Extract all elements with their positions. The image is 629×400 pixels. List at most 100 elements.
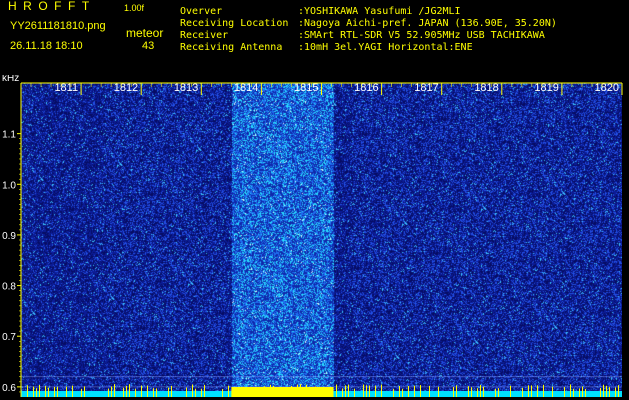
baseline-spike <box>522 387 523 397</box>
baseline-spike <box>273 385 274 397</box>
baseline-spike <box>477 388 478 397</box>
baseline-spike <box>606 385 607 397</box>
y-tick-label: 0.8 <box>2 282 16 293</box>
baseline-spike <box>84 386 85 397</box>
x-tick-label: 1812 <box>114 82 138 94</box>
baseline-spike <box>297 384 298 397</box>
baseline-spike <box>258 388 259 397</box>
x-tick-label: 1818 <box>474 82 498 94</box>
baseline-spike <box>348 384 349 397</box>
baseline-spike <box>153 388 154 397</box>
baseline-spike <box>39 384 40 397</box>
baseline-spike <box>369 385 370 397</box>
info-row-antenna: Receiving Antenna :10mH 3el.YAGI Horizon… <box>180 42 557 54</box>
baseline-spike <box>363 384 364 397</box>
baseline-spike <box>615 387 616 397</box>
baseline-spike <box>192 384 193 397</box>
info-value: :Nagoya Aichi-pref. JAPAN (136.90E, 35.2… <box>298 18 557 29</box>
baseline-spike <box>72 385 73 397</box>
baseline-spike <box>312 388 313 397</box>
baseline-spike <box>402 388 403 397</box>
y-tick-label: 1.0 <box>2 180 16 191</box>
info-row-location: Receiving Location :Nagoya Aichi-pref. J… <box>180 18 557 30</box>
baseline-spike <box>585 388 586 397</box>
baseline-spike <box>537 385 538 397</box>
baseline-spike <box>168 387 169 397</box>
baseline-spike <box>609 387 610 397</box>
baseline-spike <box>303 388 304 397</box>
baseline-spike <box>255 387 256 397</box>
meteor-count: 43 <box>142 40 155 52</box>
baseline-spike <box>114 384 115 397</box>
baseline-spike <box>306 384 307 397</box>
x-tick-label: 1817 <box>414 82 438 94</box>
baseline-spike <box>141 385 142 397</box>
baseline-spike <box>366 385 367 397</box>
baseline-spike <box>498 388 499 397</box>
baseline-spike <box>483 386 484 397</box>
baseline-spike <box>375 385 376 397</box>
baseline-spike <box>528 385 529 397</box>
baseline-spike <box>234 387 235 397</box>
meteor-label: meteor <box>126 26 164 40</box>
info-row-observer: Overver :YOSHIKAWA Yasufumi /JG2MLI <box>180 6 557 18</box>
baseline-spike <box>27 385 28 397</box>
version-label: 1.00f <box>124 3 145 13</box>
x-tick-label: 1815 <box>294 82 318 94</box>
baseline-spike <box>57 386 58 397</box>
y-tick-label: 0.9 <box>2 231 16 242</box>
spectrogram-noise-image <box>21 83 622 397</box>
baseline-spike <box>270 384 271 397</box>
baseline-spike <box>336 384 337 397</box>
baseline-spike <box>438 386 439 397</box>
baseline-spike <box>228 385 229 397</box>
spectrogram-noise <box>21 83 622 397</box>
y-tick-label: 1.1 <box>2 130 16 141</box>
baseline-spike <box>345 385 346 397</box>
baseline-spike <box>171 385 172 397</box>
datetime-label: 26.11.18 18:10 <box>10 40 83 52</box>
baseline-spike <box>354 388 355 397</box>
baseline-spike <box>603 384 604 397</box>
baseline-spike <box>543 384 544 397</box>
baseline-spike <box>81 388 82 397</box>
baseline-spike <box>291 385 292 397</box>
baseline-spike <box>453 387 454 397</box>
baseline-spike <box>579 388 580 397</box>
baseline-spike <box>300 384 301 397</box>
baseline-spike <box>570 384 571 397</box>
baseline-spike <box>456 385 457 397</box>
x-tick-label: 1811 <box>54 82 78 94</box>
baseline-spike <box>573 388 574 397</box>
baseline-spike <box>582 386 583 397</box>
baseline-spike <box>342 388 343 397</box>
baseline-spike <box>510 385 511 397</box>
baseline-spike <box>495 388 496 397</box>
y-unit-label: kHz <box>2 75 19 84</box>
burst-band <box>231 387 334 397</box>
baseline-spike <box>222 388 223 397</box>
baseline-spike <box>126 385 127 397</box>
baseline-spike <box>111 386 112 397</box>
info-value: :SMArt RTL-SDR V5 52.905MHz USB TACHIKAW… <box>298 30 545 41</box>
baseline-spike <box>480 385 481 397</box>
baseline-spike <box>129 384 130 397</box>
baseline-spike <box>552 386 553 397</box>
baseline-spike <box>33 386 34 397</box>
baseline-spike <box>420 385 421 397</box>
baseline-spike <box>156 388 157 397</box>
info-label: Receiver <box>180 30 229 41</box>
info-row-receiver: Receiver :SMArt RTL-SDR V5 52.905MHz USB… <box>180 30 557 42</box>
baseline-spike <box>264 386 265 397</box>
baseline-spike <box>249 388 250 397</box>
baseline-spike <box>66 386 67 397</box>
baseline-spike <box>195 388 196 397</box>
baseline-spike <box>414 385 415 397</box>
x-tick-label: 1816 <box>354 82 378 94</box>
baseline-spike <box>564 387 565 397</box>
baseline-spike <box>201 388 202 397</box>
baseline-spike <box>54 386 55 397</box>
baseline-spike <box>381 384 382 397</box>
baseline-spike <box>309 387 310 397</box>
baseline-spike <box>429 385 430 397</box>
